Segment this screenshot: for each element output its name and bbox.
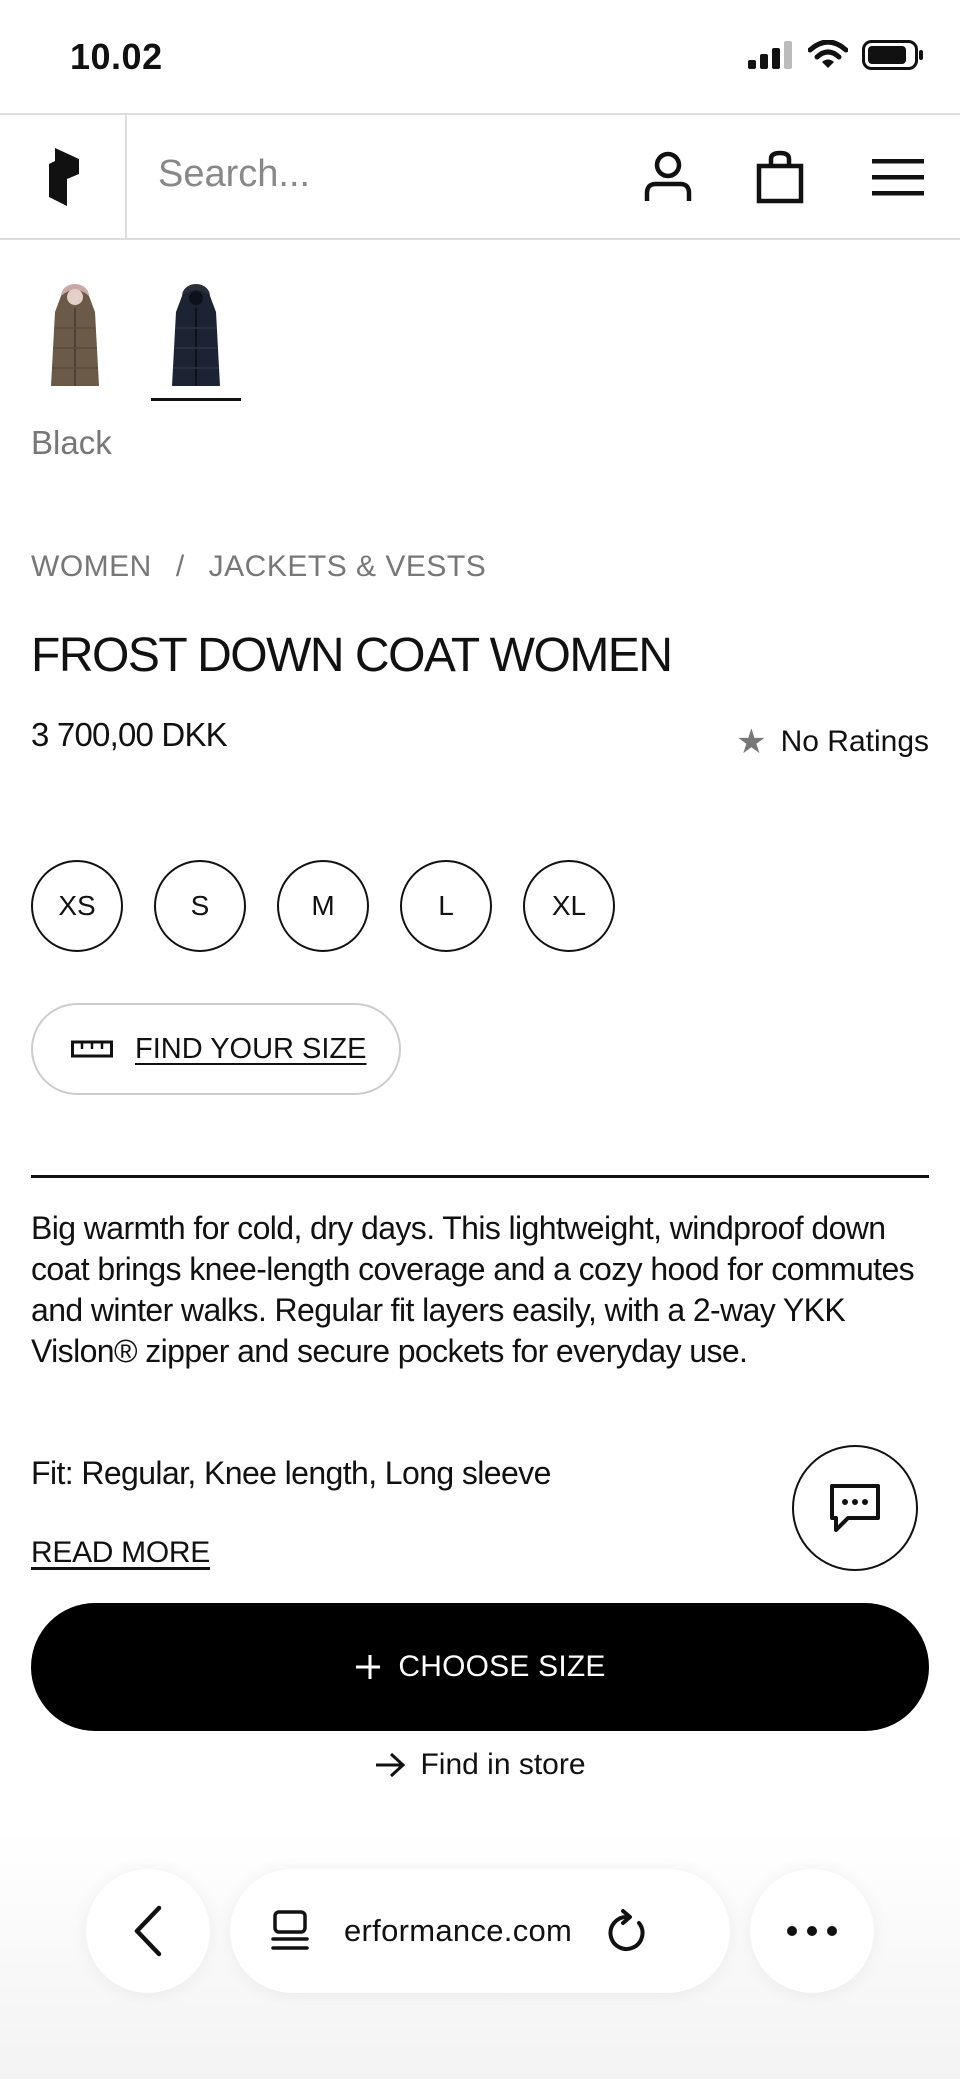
wifi-icon [808, 40, 848, 68]
more-icon [787, 1926, 837, 1936]
selected-swatch-indicator [151, 398, 241, 401]
logo-icon [48, 147, 79, 206]
coat-thumbnail-black [172, 284, 220, 386]
status-icons [748, 40, 924, 70]
chat-icon [830, 1484, 880, 1532]
ruler-icon [71, 1040, 113, 1058]
chat-button[interactable] [792, 1445, 918, 1571]
product-rating[interactable]: ★ No Ratings [736, 722, 929, 762]
breadcrumb-women[interactable]: WOMEN [31, 550, 152, 583]
product-price: 3 700,00 DKK [31, 716, 228, 753]
coat-thumbnail-brown [51, 284, 99, 386]
back-button[interactable] [86, 1869, 210, 1993]
url-text: erformance.com [344, 1913, 573, 1948]
size-xs-button[interactable]: XS [31, 860, 123, 952]
bag-icon [756, 150, 804, 204]
selected-color-label: Black [31, 424, 112, 461]
color-swatch-black[interactable] [161, 282, 231, 392]
tabs-icon [271, 1910, 309, 1950]
arrow-right-icon [376, 1752, 406, 1778]
signal-icon [748, 41, 792, 69]
battery-icon [862, 40, 923, 70]
plus-icon [356, 1655, 381, 1679]
size-xl-button[interactable]: XL [523, 860, 615, 952]
reload-icon [608, 1909, 645, 1951]
breadcrumb: WOMEN / JACKETS & VESTS [31, 550, 486, 584]
status-time: 10.02 [70, 36, 163, 77]
find-in-store-link[interactable]: Find in store [0, 1748, 960, 1782]
product-description: Big warmth for cold, dry days. This ligh… [31, 1210, 915, 1369]
product-title: FROST DOWN COAT WOMEN [31, 629, 673, 682]
star-icon: ★ [736, 723, 767, 761]
cart-button[interactable] [748, 145, 812, 209]
rating-text: No Ratings [780, 725, 929, 758]
search-input[interactable]: Search... [158, 153, 310, 196]
size-s-button[interactable]: S [154, 860, 246, 952]
account-button[interactable] [636, 145, 700, 209]
breadcrumb-separator: / [175, 550, 185, 583]
color-swatch-brown[interactable] [40, 282, 110, 392]
choose-size-button[interactable]: CHOOSE SIZE [31, 1603, 929, 1731]
status-bar: 10.02 [0, 0, 960, 114]
read-more-link[interactable]: READ MORE [31, 1536, 210, 1570]
logo-link[interactable] [0, 115, 127, 238]
section-divider [31, 1175, 929, 1178]
size-m-button[interactable]: M [277, 860, 369, 952]
more-button[interactable] [750, 1869, 874, 1993]
choose-size-label: CHOOSE SIZE [398, 1650, 606, 1683]
site-header: Search... [0, 113, 960, 240]
menu-icon [872, 159, 924, 196]
address-bar[interactable]: erformance.com [230, 1869, 730, 1993]
user-icon [644, 151, 692, 201]
size-l-button[interactable]: L [400, 860, 492, 952]
product-fit: Fit: Regular, Knee length, Long sleeve [31, 1455, 551, 1491]
find-your-size-label: FIND YOUR SIZE [135, 1032, 367, 1065]
find-your-size-button[interactable]: FIND YOUR SIZE [31, 1003, 401, 1095]
menu-button[interactable] [866, 145, 930, 209]
breadcrumb-jackets-vests[interactable]: JACKETS & VESTS [209, 550, 487, 583]
back-icon [134, 1905, 162, 1957]
find-in-store-label: Find in store [420, 1748, 586, 1781]
